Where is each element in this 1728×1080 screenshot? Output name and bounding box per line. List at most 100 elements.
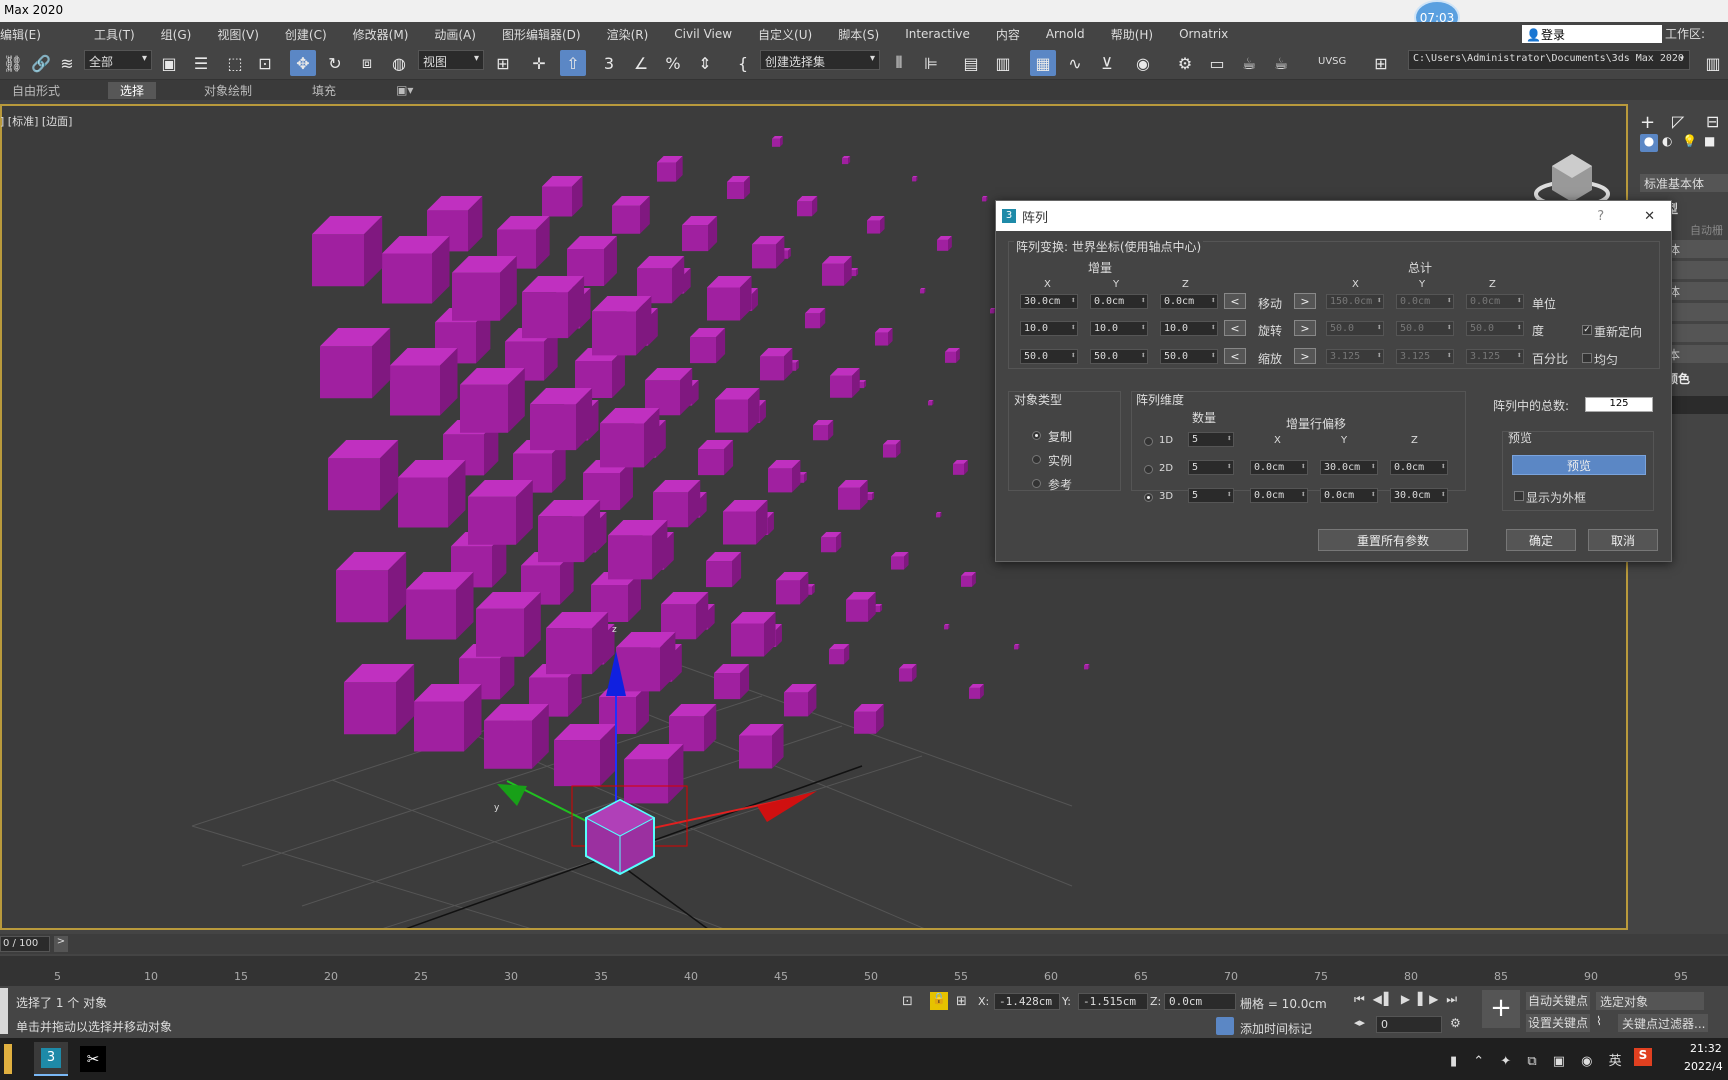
array-cube[interactable] — [406, 572, 474, 640]
snap-3d-icon[interactable]: 3 — [596, 50, 622, 76]
login-box[interactable]: 👤登录 — [1522, 25, 1662, 43]
modify-tab-icon[interactable]: ◸ — [1672, 112, 1684, 131]
render-icon[interactable]: ☕ — [1236, 50, 1262, 76]
link-icon[interactable]: ⛓ — [0, 50, 26, 76]
array-cube[interactable] — [867, 216, 885, 234]
array-cube[interactable] — [784, 684, 817, 717]
menu-customize[interactable]: 自定义(U) — [745, 26, 825, 43]
array-cube[interactable] — [813, 420, 834, 441]
key-filters-button[interactable]: 关键点过滤器... — [1618, 1014, 1708, 1032]
scale-tot-y[interactable]: 3.125 — [1396, 349, 1454, 364]
scale-inc-x[interactable]: 50.0 — [1020, 349, 1078, 364]
toggle-ribbon-icon[interactable]: ▥ — [990, 50, 1016, 76]
workspace-label[interactable]: 工作区: — [1665, 25, 1705, 42]
named-selection-dropdown[interactable]: 创建选择集 — [760, 50, 880, 70]
menu-create[interactable]: 创建(C) — [272, 26, 340, 43]
3dsmax-taskbar-icon[interactable]: 3 — [34, 1042, 68, 1076]
menu-scripting[interactable]: 脚本(S) — [825, 26, 892, 43]
autogrid-label[interactable]: 自动栅 — [1690, 222, 1723, 238]
geometry-icon[interactable]: ● — [1640, 134, 1658, 152]
array-cube[interactable] — [706, 552, 742, 588]
array-cube[interactable] — [883, 440, 901, 458]
dim-2d-count[interactable]: 5 — [1188, 460, 1234, 475]
close-icon[interactable]: ✕ — [1644, 209, 1655, 224]
percent-snap-icon[interactable]: % — [660, 50, 686, 76]
array-cube[interactable] — [1084, 664, 1090, 670]
array-cube[interactable] — [920, 288, 926, 294]
scale-tot-z[interactable]: 3.125 — [1466, 349, 1524, 364]
array-cube[interactable] — [937, 236, 952, 251]
array-cube[interactable] — [538, 500, 601, 563]
rotate-right-arrow[interactable]: > — [1294, 320, 1316, 336]
gizmo-y-arrow[interactable] — [497, 784, 527, 806]
array-cube[interactable] — [875, 328, 893, 346]
array-cube[interactable] — [484, 704, 549, 769]
array-cube[interactable] — [690, 328, 726, 364]
key-filter-icon[interactable]: ⌇ — [1596, 1014, 1602, 1028]
array-cube[interactable] — [982, 196, 988, 202]
rect-select-icon[interactable]: ⬚ — [222, 50, 248, 76]
array-cube[interactable] — [842, 156, 851, 165]
menu-animation[interactable]: 动画(A) — [421, 26, 489, 43]
menu-edit[interactable]: 编辑(E) — [0, 26, 54, 43]
dim-1d-count[interactable]: 5 — [1188, 432, 1234, 447]
array-cube[interactable] — [616, 632, 676, 692]
scale-inc-z[interactable]: 50.0 — [1160, 349, 1218, 364]
selection-filter-dropdown[interactable]: 全部 — [84, 50, 152, 70]
selection-lock-icon[interactable]: 🔒 — [930, 992, 948, 1010]
array-cube[interactable] — [522, 276, 585, 339]
rotate-tot-x[interactable]: 50.0 — [1326, 321, 1384, 336]
spinner-snap-icon[interactable]: ⇕ — [692, 50, 718, 76]
playback-controls[interactable]: ⏮ ◀▌ ▶ ▌▶ ⏭ — [1354, 992, 1459, 1007]
cancel-button[interactable]: 取消 — [1588, 529, 1658, 551]
array-cube[interactable] — [624, 744, 684, 804]
move-left-arrow[interactable]: < — [1224, 293, 1246, 309]
array-cube[interactable] — [830, 368, 860, 398]
track-bar[interactable]: 5 10 15 20 25 30 35 40 45 50 55 60 65 70 75 80 85 90 95 — [0, 956, 1728, 986]
time-tag-icon[interactable] — [1216, 1017, 1234, 1035]
array-cube[interactable] — [698, 440, 734, 476]
array-cube[interactable] — [846, 592, 876, 622]
array-cube[interactable] — [891, 552, 909, 570]
array-cube[interactable] — [961, 572, 976, 587]
array-cube[interactable] — [854, 704, 884, 734]
move-tot-y[interactable]: 0.0cm — [1396, 294, 1454, 309]
ribbon-options-icon[interactable]: ▣▾ — [384, 83, 425, 97]
array-cube[interactable] — [768, 460, 801, 493]
select-by-name-icon[interactable]: ☰ — [188, 50, 214, 76]
select-object-icon[interactable]: ▣ — [156, 50, 182, 76]
time-config-icon[interactable]: ⚙ — [1450, 1016, 1461, 1030]
folder-icon[interactable] — [4, 1044, 12, 1074]
array-cube[interactable] — [928, 400, 934, 406]
project-path-dropdown[interactable]: C:\Users\Administrator\Documents\3ds Max… — [1408, 50, 1690, 70]
reference-radio[interactable] — [1032, 479, 1041, 488]
viewcube-icon[interactable] — [1534, 154, 1610, 208]
rotate-inc-z[interactable]: 10.0 — [1160, 321, 1218, 336]
absolute-mode-icon[interactable]: ⊞ — [956, 994, 967, 1009]
grid-icon[interactable]: ⊞ — [1368, 50, 1394, 76]
uvsg-label[interactable]: UVSG — [1318, 56, 1346, 67]
ribbon-tab-selection[interactable]: 选择 — [108, 81, 157, 99]
help-icon[interactable]: ? — [1597, 209, 1604, 224]
create-tab-icon[interactable]: + — [1640, 112, 1655, 133]
move-tot-x[interactable]: 150.0cm — [1326, 294, 1384, 309]
dim-3d-y[interactable]: 0.0cm — [1320, 488, 1378, 503]
menu-ornatrix[interactable]: Ornatrix — [1166, 27, 1241, 41]
manipulate-icon[interactable]: ✛ — [526, 50, 552, 76]
window-crossing-icon[interactable]: ⊡ — [252, 50, 278, 76]
array-cube[interactable] — [727, 176, 750, 199]
ribbon-tab-populate[interactable]: 填充 — [300, 82, 348, 99]
array-cube[interactable] — [829, 644, 850, 665]
array-cube[interactable] — [460, 368, 525, 433]
ribbon-tab-freeform[interactable]: 自由形式 — [0, 82, 72, 99]
dim-1d-radio[interactable] — [1144, 437, 1153, 446]
selected-cube[interactable] — [584, 798, 656, 876]
menu-modifiers[interactable]: 修改器(M) — [340, 26, 422, 43]
array-cube[interactable] — [414, 684, 482, 752]
dim-3d-z[interactable]: 30.0cm — [1390, 488, 1448, 503]
rotate-tot-y[interactable]: 50.0 — [1396, 321, 1454, 336]
ribbon-tab-object-paint[interactable]: 对象绘制 — [192, 82, 264, 99]
menu-content[interactable]: 内容 — [983, 26, 1033, 43]
y-coordinate-field[interactable]: -1.515cm — [1078, 993, 1148, 1010]
maxscript-listener-mini[interactable] — [0, 988, 8, 1034]
